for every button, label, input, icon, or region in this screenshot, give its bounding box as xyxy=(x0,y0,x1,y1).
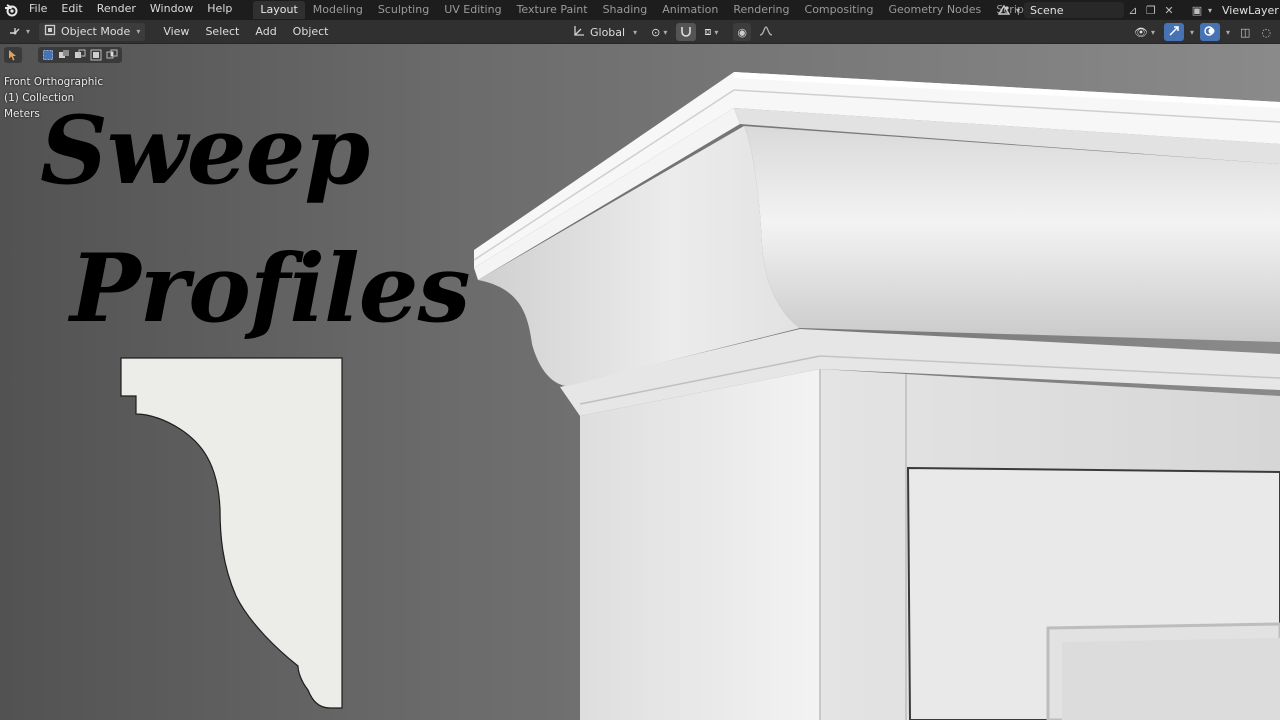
viewport-display-controls: 👁 ▾ ▾ ▾ ◫ ◌ xyxy=(1128,23,1278,41)
top-menu-bar: File Edit Render Window Help Layout Mode… xyxy=(0,0,1280,20)
menu-select[interactable]: Select xyxy=(197,25,247,38)
pin-icon[interactable]: ⊿ xyxy=(1124,4,1142,17)
gizmo-toggle[interactable] xyxy=(1163,23,1184,41)
tab-compositing[interactable]: Compositing xyxy=(798,1,881,19)
orientation-axes-icon xyxy=(573,25,585,40)
tab-texture-paint[interactable]: Texture Paint xyxy=(510,1,595,19)
viewport-header: ▾ Object Mode ▾ View Select Add Object G… xyxy=(0,20,1280,44)
tab-layout[interactable]: Layout xyxy=(253,1,305,19)
scene-controls: ▾ Scene ⊿ ❐ ✕ ▣ ▾ ViewLayer xyxy=(992,0,1280,20)
menu-object[interactable]: Object xyxy=(285,25,337,38)
3d-viewport[interactable]: Front Orthographic (1) Collection Meters… xyxy=(0,44,1280,720)
menu-render[interactable]: Render xyxy=(90,0,143,20)
tab-geometry-nodes[interactable]: Geometry Nodes xyxy=(881,1,988,19)
eye-icon: 👁 xyxy=(1133,25,1148,39)
menu-add[interactable]: Add xyxy=(247,25,284,38)
new-scene-icon[interactable]: ❐ xyxy=(1142,4,1160,17)
shading-wireframe-button[interactable]: ◌ xyxy=(1257,23,1275,41)
cabinet-side xyxy=(580,369,820,720)
pivot-icon: ⊙ xyxy=(651,25,661,39)
select-tool-button[interactable] xyxy=(4,47,22,63)
orientation-label: Global xyxy=(590,25,626,39)
editor-type-icon xyxy=(9,24,23,39)
select-intersect-icon[interactable] xyxy=(104,47,120,63)
tab-modeling[interactable]: Modeling xyxy=(306,1,370,19)
mode-label: Object Mode xyxy=(61,25,131,38)
select-subtract-icon[interactable] xyxy=(72,47,88,63)
gizmo-chevron-down-icon[interactable]: ▾ xyxy=(1190,28,1194,37)
xray-icon: ◫ xyxy=(1239,25,1251,39)
scene-dropdown-chevron-icon[interactable]: ▾ xyxy=(1016,6,1020,15)
snap-target-dropdown[interactable]: ⧈ ▾ xyxy=(699,23,724,41)
view-layer-selector[interactable]: ViewLayer xyxy=(1216,2,1280,18)
menu-view[interactable]: View xyxy=(155,25,197,38)
gizmo-icon xyxy=(1168,25,1180,40)
select-invert-icon[interactable] xyxy=(88,47,104,63)
tab-uv-editing[interactable]: UV Editing xyxy=(437,1,508,19)
workspace-tabs: Layout Modeling Sculpting UV Editing Tex… xyxy=(253,0,1076,20)
overlays-chevron-down-icon[interactable]: ▾ xyxy=(1226,28,1230,37)
magnet-icon xyxy=(680,25,692,40)
scene-selector[interactable]: Scene xyxy=(1023,2,1124,18)
falloff-curve-icon xyxy=(759,25,773,39)
pivot-point-dropdown[interactable]: ⊙ ▾ xyxy=(646,23,673,41)
scene-name: Scene xyxy=(1029,3,1064,17)
view-layer-name: ViewLayer xyxy=(1222,3,1279,17)
menu-window[interactable]: Window xyxy=(143,0,200,20)
tab-animation[interactable]: Animation xyxy=(655,1,725,19)
editor-type-dropdown[interactable]: ▾ xyxy=(4,22,36,41)
xray-toggle[interactable]: ◫ xyxy=(1235,23,1255,41)
proportional-edit-toggle[interactable]: ◉ xyxy=(733,23,751,41)
falloff-dropdown[interactable] xyxy=(753,23,778,41)
tab-rendering[interactable]: Rendering xyxy=(726,1,796,19)
title-line-1: Sweep xyxy=(40,96,370,206)
snap-toggle[interactable] xyxy=(676,23,697,41)
mode-dropdown[interactable]: Object Mode ▾ xyxy=(39,22,146,41)
object-mode-icon xyxy=(44,24,56,39)
tool-header xyxy=(4,47,122,63)
snap-increment-icon: ⧈ xyxy=(704,25,712,38)
chevron-down-icon: ▾ xyxy=(26,27,31,36)
transform-orientation-dropdown[interactable]: Global ▾ xyxy=(568,23,643,41)
overlays-toggle[interactable] xyxy=(1199,23,1220,41)
overlays-icon xyxy=(1204,25,1216,40)
visibility-dropdown[interactable]: 👁 ▾ xyxy=(1128,23,1160,41)
tab-shading[interactable]: Shading xyxy=(596,1,655,19)
menu-help[interactable]: Help xyxy=(200,0,239,20)
tab-sculpting[interactable]: Sculpting xyxy=(371,1,436,19)
selection-mode-group xyxy=(38,47,122,63)
menu-edit[interactable]: Edit xyxy=(54,0,89,20)
transform-controls: Global ▾ ⊙ ▾ ⧈ ▾ ◉ xyxy=(568,23,782,41)
view-layer-icon[interactable]: ▣ xyxy=(1186,4,1208,17)
molding-cove-front xyxy=(744,126,1280,342)
scene-icon[interactable] xyxy=(992,4,1016,16)
select-new-icon[interactable] xyxy=(40,47,56,63)
view-name: Front Orthographic xyxy=(4,76,104,88)
view-layer-dropdown-chevron-icon[interactable]: ▾ xyxy=(1208,6,1212,15)
menu-file[interactable]: File xyxy=(22,0,54,20)
chevron-down-icon: ▾ xyxy=(633,27,638,37)
delete-scene-icon[interactable]: ✕ xyxy=(1160,4,1178,17)
proportional-edit-icon: ◉ xyxy=(737,25,747,39)
title-line-2: Profiles xyxy=(70,234,470,344)
select-extend-icon[interactable] xyxy=(56,47,72,63)
chevron-down-icon: ▾ xyxy=(663,27,668,37)
chevron-down-icon: ▾ xyxy=(714,27,719,37)
wireframe-sphere-icon: ◌ xyxy=(1261,25,1271,39)
chevron-down-icon: ▾ xyxy=(1150,27,1155,37)
blender-logo-icon[interactable] xyxy=(0,0,22,20)
chevron-down-icon: ▾ xyxy=(136,27,141,36)
